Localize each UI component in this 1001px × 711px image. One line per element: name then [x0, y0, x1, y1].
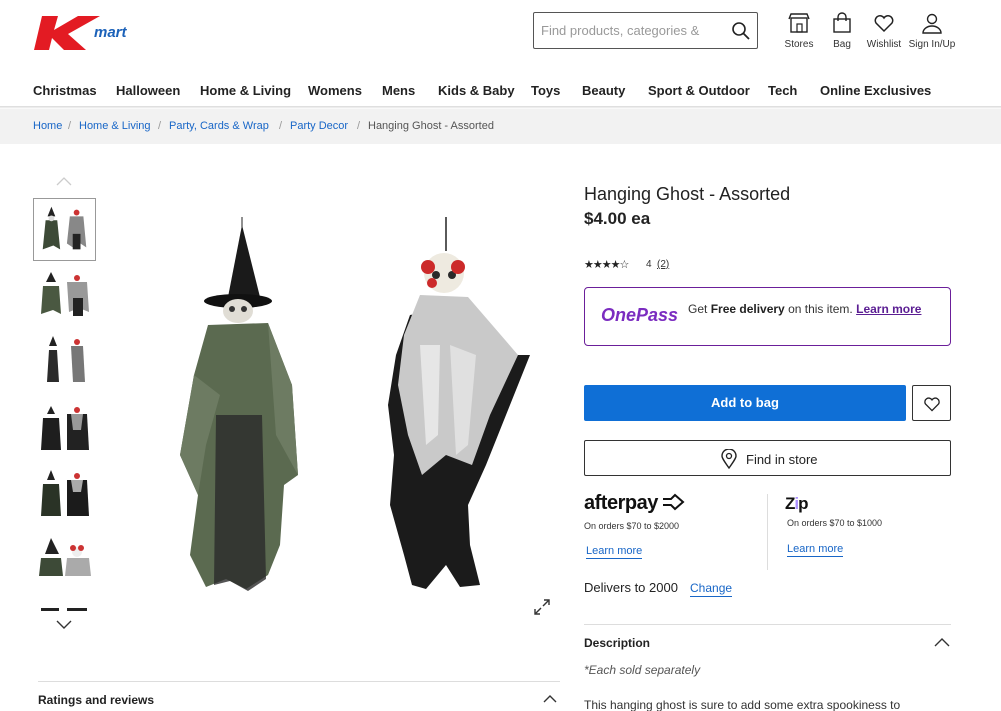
- stores-link[interactable]: Stores: [784, 12, 814, 50]
- afterpay-learn-more-link[interactable]: Learn more: [586, 545, 643, 559]
- nav-item-tech[interactable]: Tech: [768, 83, 797, 98]
- onepass-text-pre: Get: [688, 302, 711, 316]
- breadcrumb-separator: /: [357, 120, 361, 132]
- breadcrumb-current: Hanging Ghost - Assorted: [368, 120, 494, 132]
- afterpay-terms: On orders $70 to $2000: [584, 521, 680, 531]
- description-title[interactable]: Description: [584, 636, 650, 650]
- ratings-section-title[interactable]: Ratings and reviews: [38, 693, 154, 707]
- user-icon: [922, 13, 942, 34]
- afterpay-arrows-icon: [662, 493, 685, 511]
- heart-icon: [924, 397, 940, 412]
- nav-item-kids-baby[interactable]: Kids & Baby: [438, 83, 515, 98]
- expand-icon[interactable]: [533, 598, 551, 616]
- thumbnail-3[interactable]: [33, 330, 96, 393]
- nav-item-home-living[interactable]: Home & Living: [200, 83, 291, 98]
- sign-in-label: Sign In/Up: [908, 39, 956, 50]
- nav-item-womens[interactable]: Womens: [308, 83, 362, 98]
- add-to-wishlist-button[interactable]: [912, 385, 951, 421]
- bag-link[interactable]: Bag: [828, 12, 856, 50]
- nav-item-halloween[interactable]: Halloween: [116, 83, 180, 98]
- rating-stars: ★★★★☆: [584, 259, 629, 271]
- breadcrumb-party-cards-wrap[interactable]: Party, Cards & Wrap: [169, 120, 269, 132]
- payment-divider: [767, 494, 768, 570]
- thumbnail-7[interactable]: [33, 594, 96, 614]
- onepass-text-bold: Free delivery: [710, 302, 785, 316]
- bag-label: Bag: [833, 39, 851, 50]
- zip-terms: On orders $70 to $1000: [787, 518, 883, 528]
- onepass-text-post: on this item.: [784, 302, 853, 316]
- review-count-link[interactable]: (2): [657, 259, 669, 270]
- breadcrumb-separator: /: [68, 120, 72, 132]
- nav-item-sport-outdoor[interactable]: Sport & Outdoor: [648, 83, 750, 98]
- wishlist-link[interactable]: Wishlist: [866, 12, 902, 50]
- nav-item-toys[interactable]: Toys: [531, 83, 560, 98]
- add-to-bag-button[interactable]: Add to bag: [584, 385, 906, 421]
- chevron-up-icon[interactable]: [543, 694, 557, 704]
- nav-item-beauty[interactable]: Beauty: [582, 83, 625, 98]
- heart-icon: [874, 15, 894, 33]
- chevron-up-icon[interactable]: [934, 638, 950, 648]
- product-title: Hanging Ghost - Assorted: [584, 184, 791, 204]
- store-icon: [788, 13, 810, 33]
- breadcrumb-separator: /: [279, 120, 283, 132]
- zip-logo-a: Z: [785, 494, 795, 513]
- afterpay-logo-text: afterpay: [584, 492, 658, 514]
- wishlist-label: Wishlist: [866, 39, 902, 50]
- zip-logo-c: p: [798, 494, 808, 513]
- thumbnail-4[interactable]: [33, 396, 96, 459]
- breadcrumb-home[interactable]: Home: [33, 120, 62, 132]
- chevron-up-icon[interactable]: [56, 176, 72, 186]
- sign-in-link[interactable]: Sign In/Up: [908, 12, 956, 50]
- nav-item-mens[interactable]: Mens: [382, 83, 415, 98]
- afterpay-logo: afterpay: [584, 492, 685, 515]
- stores-label: Stores: [784, 39, 814, 50]
- onepass-learn-more-link[interactable]: Learn more: [856, 302, 921, 316]
- nav-item-online-exclusives[interactable]: Online Exclusives: [820, 83, 931, 98]
- svg-text:mart: mart: [94, 24, 128, 41]
- description-note: *Each sold separately: [584, 663, 701, 677]
- site-header: mart Stores Bag Wishlist Si: [0, 0, 1001, 70]
- main-nav: Christmas Halloween Home & Living Womens…: [0, 76, 1001, 107]
- breadcrumb: Home / Home & Living / Party, Cards & Wr…: [0, 109, 1001, 144]
- product-price: $4.00 ea: [584, 209, 651, 228]
- breadcrumb-separator: /: [158, 120, 162, 132]
- delivery-location: Delivers to 2000: [584, 580, 678, 595]
- find-in-store-label: Find in store: [746, 452, 818, 467]
- thumbnail-2[interactable]: [33, 264, 96, 327]
- onepass-banner: OnePass Get Free delivery on this item. …: [584, 287, 951, 346]
- search-box: [533, 12, 758, 49]
- rating-value: 4: [646, 259, 652, 270]
- search-input[interactable]: [534, 13, 724, 48]
- bag-icon: [833, 12, 851, 33]
- description-body: This hanging ghost is sure to add some e…: [584, 698, 901, 711]
- search-icon[interactable]: [731, 21, 751, 41]
- thumbnail-6[interactable]: [33, 528, 96, 591]
- chevron-down-icon[interactable]: [56, 620, 72, 630]
- find-in-store-button[interactable]: Find in store: [584, 440, 951, 476]
- onepass-logo: OnePass: [601, 305, 679, 325]
- breadcrumb-party-decor[interactable]: Party Decor: [290, 120, 348, 132]
- zip-learn-more-link[interactable]: Learn more: [787, 543, 844, 557]
- breadcrumb-home-living[interactable]: Home & Living: [79, 120, 151, 132]
- thumbnail-1[interactable]: [33, 198, 96, 261]
- change-postcode-link[interactable]: Change: [690, 581, 733, 597]
- main-product-image[interactable]: [150, 205, 550, 600]
- onepass-text: Get Free delivery on this item. Learn mo…: [688, 302, 938, 316]
- location-pin-icon: [721, 449, 737, 469]
- thumbnail-5[interactable]: [33, 462, 96, 525]
- divider: [584, 624, 951, 625]
- nav-item-christmas[interactable]: Christmas: [33, 83, 97, 98]
- zip-logo: Zip: [785, 494, 809, 514]
- kmart-logo[interactable]: mart: [34, 12, 164, 52]
- divider: [38, 681, 560, 682]
